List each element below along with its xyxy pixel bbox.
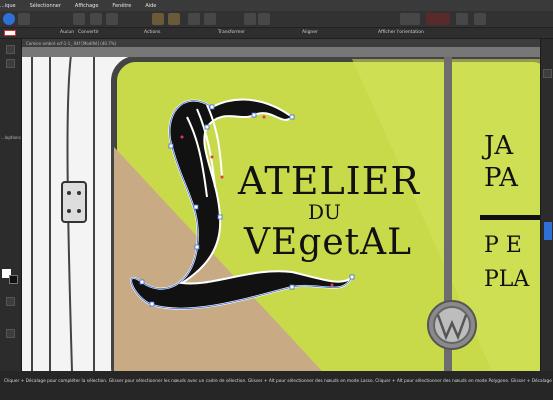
menu-bar: ...ique Sélectionner Affichage Fenêtre A… <box>0 0 553 11</box>
design-canvas[interactable]: ATELIER DU VEgetAL JA PA P E PLA <box>22 47 540 371</box>
arrange-back-icon[interactable] <box>204 13 216 25</box>
show-orientation-label[interactable]: Afficher l'orientation <box>378 30 424 35</box>
door-hinge <box>61 181 87 223</box>
boolean-subtract-icon[interactable] <box>168 13 180 25</box>
van-text-ja: JA <box>484 131 514 161</box>
hinge-bolt <box>67 209 71 213</box>
main-toolbar <box>0 11 553 28</box>
panel-button-icon[interactable] <box>543 69 552 78</box>
context-toolbar: Aucun Convertir Actions Transformer Alig… <box>0 28 553 39</box>
hinge-bolt <box>77 209 81 213</box>
logo-line-du: DU <box>308 200 341 224</box>
left-tools-panel: ...loptions <box>0 39 22 371</box>
arrange-front-icon[interactable] <box>188 13 200 25</box>
panel-label: ...loptions <box>1 135 21 140</box>
status-bar: Cliquer + Décalage pour compléter la sél… <box>0 371 553 400</box>
assistant-icon[interactable] <box>456 13 468 25</box>
active-panel-tab[interactable] <box>544 222 552 240</box>
layers-icon[interactable] <box>6 329 15 338</box>
swap-colors-icon[interactable] <box>6 297 15 306</box>
logo-line-vegetal: VEgetAL <box>244 222 412 263</box>
node-tool-icon[interactable] <box>6 59 15 68</box>
pixel-persona-icon[interactable] <box>18 13 30 25</box>
document-tab[interactable]: Camion ombré xcf-1-1_ 04f [Modifié] (40.… <box>22 39 540 47</box>
menu-help[interactable]: Aide <box>145 3 156 9</box>
menu-file[interactable]: ...ique <box>0 3 16 9</box>
color-swatch-icon[interactable] <box>426 13 450 25</box>
stroke-none-label[interactable]: Aucun <box>60 30 74 35</box>
stroke-color-well[interactable] <box>9 275 18 284</box>
artwork <box>22 47 540 371</box>
hinge-bolt <box>67 191 71 195</box>
export-icon[interactable] <box>73 13 85 25</box>
van-text-pa: PA <box>484 163 518 193</box>
menu-select[interactable]: Sélectionner <box>30 3 61 9</box>
move-tool-icon[interactable] <box>6 45 15 54</box>
snapping-icon[interactable] <box>90 13 102 25</box>
separator-bar <box>480 215 540 220</box>
transform-label[interactable]: Transformer <box>218 30 245 35</box>
snap-toggle-icon[interactable] <box>400 13 420 25</box>
right-panel <box>540 39 553 371</box>
actions-label[interactable]: Actions <box>144 30 160 35</box>
convert-label[interactable]: Convertir <box>78 30 99 35</box>
van-text-pla: PLA <box>484 267 530 292</box>
boolean-add-icon[interactable] <box>152 13 164 25</box>
hinge-bolt <box>77 191 81 195</box>
menu-window[interactable]: Fenêtre <box>112 3 131 9</box>
logo-line-atelier: ATELIER <box>238 159 421 203</box>
view-mode-icon[interactable] <box>106 13 118 25</box>
align-icon[interactable] <box>244 13 256 25</box>
distribute-icon[interactable] <box>258 13 270 25</box>
van-roof <box>22 47 540 57</box>
menu-view[interactable]: Affichage <box>75 3 99 9</box>
fill-swatch[interactable] <box>4 30 16 36</box>
van-text-pe: P E <box>484 233 522 258</box>
persona-icon[interactable] <box>3 13 15 25</box>
align-label[interactable]: Aligner <box>302 30 318 35</box>
preferences-icon[interactable] <box>474 13 486 25</box>
